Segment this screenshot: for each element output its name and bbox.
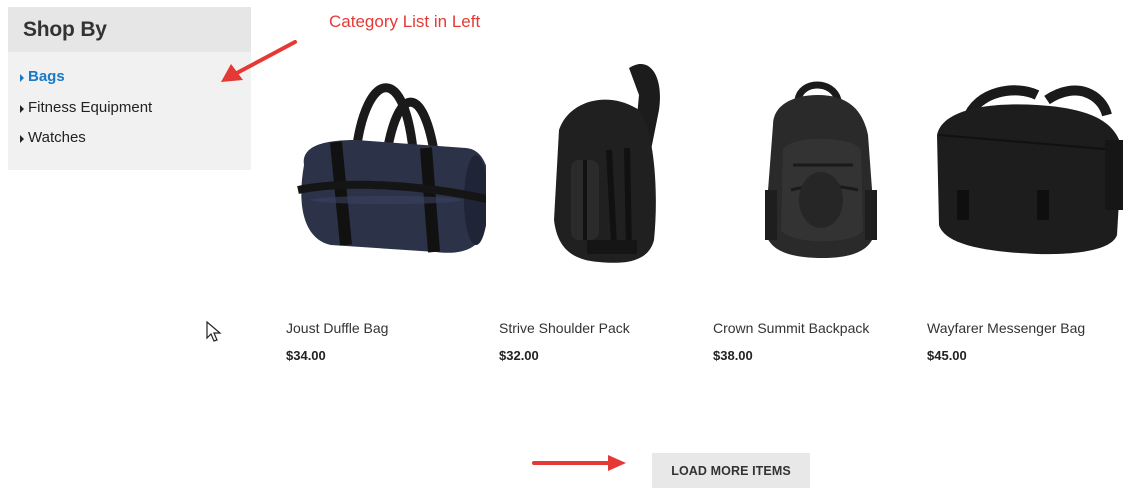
category-label: Bags bbox=[28, 68, 65, 85]
product-price: $45.00 bbox=[927, 348, 967, 363]
product-name[interactable]: Strive Shoulder Pack bbox=[499, 320, 630, 336]
annotation-label: Category List in Left bbox=[329, 12, 481, 31]
product-price: $32.00 bbox=[499, 348, 539, 363]
messenger-bag-icon[interactable] bbox=[927, 40, 1123, 280]
category-item-bags[interactable]: Bags bbox=[20, 68, 65, 85]
duffle-bag-icon[interactable] bbox=[286, 40, 486, 280]
caret-right-icon bbox=[20, 104, 24, 113]
product-name[interactable]: Wayfarer Messenger Bag bbox=[927, 320, 1085, 336]
category-item-fitness-equipment[interactable]: Fitness Equipment bbox=[20, 99, 152, 116]
load-more-button[interactable]: LOAD MORE ITEMS bbox=[652, 453, 810, 488]
caret-right-icon bbox=[20, 73, 24, 82]
category-label: Fitness Equipment bbox=[28, 99, 153, 116]
sidebar-title: Shop By bbox=[23, 18, 107, 41]
backpack-icon[interactable] bbox=[713, 40, 913, 280]
product-price: $34.00 bbox=[286, 348, 326, 363]
product-name[interactable]: Crown Summit Backpack bbox=[713, 320, 869, 336]
caret-right-icon bbox=[20, 134, 24, 143]
category-item-watches[interactable]: Watches bbox=[20, 129, 86, 146]
annotation-arrow-icon bbox=[532, 455, 626, 471]
mouse-cursor-icon bbox=[206, 321, 222, 342]
page: Shop By Bags Fitness Equipment Watches C… bbox=[0, 0, 1123, 488]
shop-by-sidebar: Shop By Bags Fitness Equipment Watches bbox=[8, 7, 251, 170]
category-label: Watches bbox=[28, 129, 86, 146]
shoulder-pack-icon[interactable] bbox=[499, 40, 699, 280]
product-price: $38.00 bbox=[713, 348, 753, 363]
product-name[interactable]: Joust Duffle Bag bbox=[286, 320, 388, 336]
